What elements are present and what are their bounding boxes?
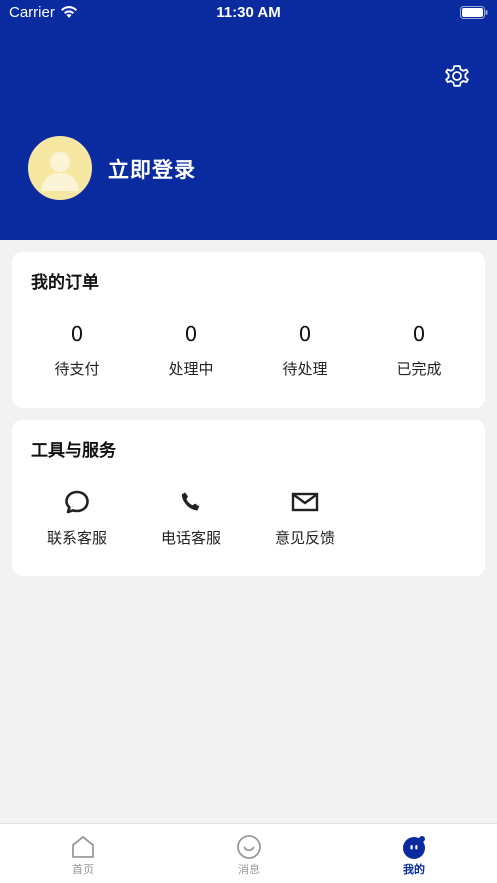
order-count: 0 xyxy=(298,322,312,346)
order-status-label: 待处理 xyxy=(282,360,328,378)
status-bar: Carrier 11:30 AM xyxy=(0,0,497,26)
feedback-button[interactable]: 意见反馈 xyxy=(248,488,362,548)
mail-icon xyxy=(291,492,319,512)
phone-support-button[interactable]: 电话客服 xyxy=(134,488,248,548)
user-silhouette-icon xyxy=(31,139,89,197)
clock: 11:30 AM xyxy=(216,4,281,21)
tab-bar: 首页 消息 我的 xyxy=(0,823,497,883)
tab-label: 我的 xyxy=(403,863,425,876)
order-status-to-handle[interactable]: 0 待处理 xyxy=(248,322,362,379)
order-status-processing[interactable]: 0 处理中 xyxy=(134,322,248,379)
avatar[interactable] xyxy=(28,136,92,200)
login-link[interactable]: 立即登录 xyxy=(108,154,196,184)
profile-icon xyxy=(403,836,425,859)
order-status-completed[interactable]: 0 已完成 xyxy=(362,322,476,379)
tools-title: 工具与服务 xyxy=(31,441,116,461)
order-count: 0 xyxy=(70,322,84,346)
home-icon xyxy=(72,836,94,858)
tab-label: 消息 xyxy=(238,863,260,876)
tool-label: 意见反馈 xyxy=(274,529,335,547)
battery-icon xyxy=(460,6,488,19)
orders-card: 我的订单 0 待支付 0 处理中 0 待处理 0 已完成 xyxy=(12,252,485,408)
orders-title: 我的订单 xyxy=(31,273,99,293)
tab-label: 首页 xyxy=(72,863,94,876)
chat-bubble-icon xyxy=(65,490,89,514)
gear-icon xyxy=(445,65,469,87)
tab-messages[interactable]: 消息 xyxy=(166,824,332,883)
order-status-label: 待支付 xyxy=(54,360,100,378)
tab-profile[interactable]: 我的 xyxy=(331,824,497,883)
phone-icon xyxy=(181,492,200,511)
order-count: 0 xyxy=(412,322,426,346)
order-count: 0 xyxy=(184,322,198,346)
message-icon xyxy=(237,835,261,859)
order-status-label: 已完成 xyxy=(396,360,442,378)
settings-button[interactable] xyxy=(441,60,473,92)
order-status-label: 处理中 xyxy=(168,360,214,378)
tool-label: 联系客服 xyxy=(46,529,107,547)
tool-label: 电话客服 xyxy=(160,529,221,547)
tools-card: 工具与服务 联系客服 电话客服 意见反馈 xyxy=(12,420,485,576)
profile-header: Carrier 11:30 AM 立即登录 xyxy=(0,0,497,240)
order-status-pending-payment[interactable]: 0 待支付 xyxy=(20,322,134,379)
tab-home[interactable]: 首页 xyxy=(0,824,166,883)
contact-support-button[interactable]: 联系客服 xyxy=(20,488,134,548)
